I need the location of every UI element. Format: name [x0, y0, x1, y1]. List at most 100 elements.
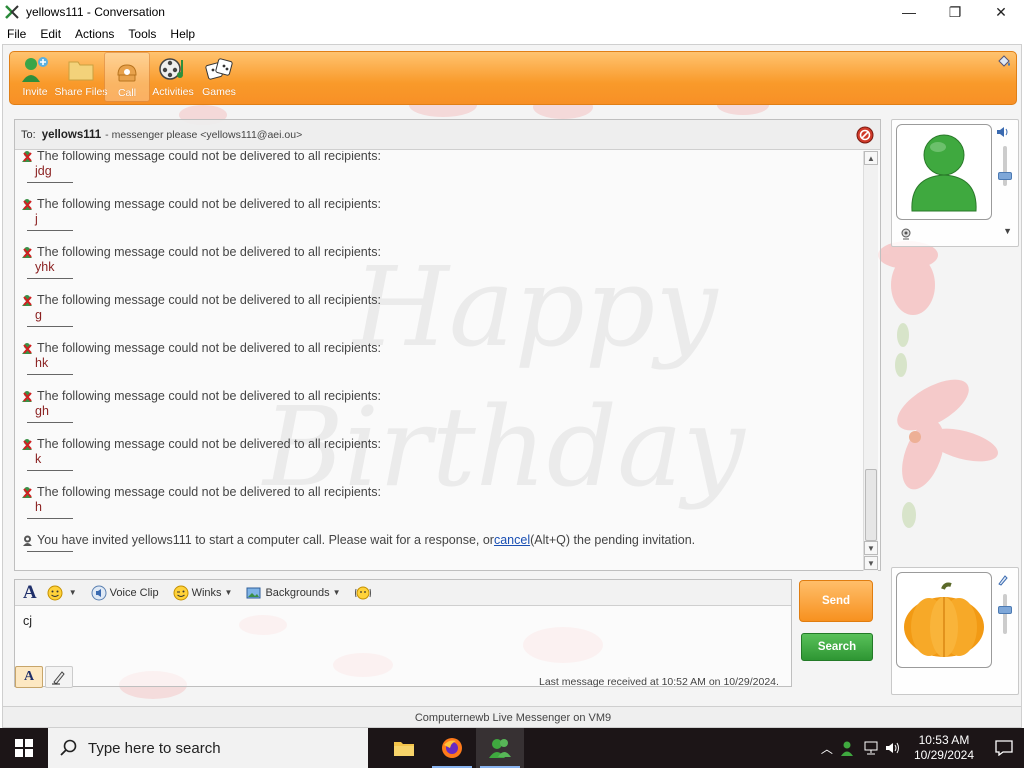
emoticon-button[interactable]: ▼ — [47, 585, 77, 601]
voice-clip-icon — [91, 585, 107, 600]
error-icon — [22, 198, 32, 210]
scroll-thumb[interactable] — [865, 469, 877, 541]
list-item: The following message could not be deliv… — [21, 389, 841, 423]
notification-icon[interactable] — [984, 728, 1024, 768]
invite-button[interactable]: Invite — [12, 52, 58, 102]
mic-volume-slider[interactable] — [996, 574, 1014, 644]
tray-messenger-icon[interactable] — [838, 728, 860, 768]
taskbar-clock[interactable]: 10:53 AM 10/29/2024 — [914, 733, 974, 763]
taskbar-messenger[interactable] — [476, 728, 524, 768]
message-body: j — [35, 212, 38, 226]
error-icon — [22, 438, 32, 450]
self-avatar[interactable] — [896, 572, 992, 668]
mic-knob[interactable] — [998, 606, 1012, 614]
taskbar: Type here to search ︿ 10:53 AM 10/29/202… — [0, 728, 1024, 768]
taskbar-file-explorer[interactable] — [380, 728, 428, 768]
speaker-volume-slider[interactable] — [996, 126, 1014, 196]
self-display-picture-panel — [891, 567, 1019, 695]
taskbar-search-box[interactable]: Type here to search — [48, 728, 368, 768]
error-icon — [22, 486, 32, 498]
title-bar: yellows111 - Conversation — ❐ ✕ — [0, 0, 1024, 24]
firefox-icon — [442, 738, 462, 758]
divider — [27, 278, 73, 279]
paint-bucket-icon[interactable] — [996, 54, 1012, 70]
scroll-down-icon[interactable]: ▼ — [864, 541, 878, 555]
chevron-down-icon[interactable]: ▼ — [1003, 226, 1012, 236]
error-icon — [22, 151, 32, 162]
backgrounds-button[interactable]: Backgrounds ▼ — [246, 585, 341, 601]
chevron-down-icon: ▼ — [332, 588, 341, 597]
nudge-button[interactable] — [354, 585, 374, 601]
winks-button[interactable]: Winks ▼ — [173, 585, 233, 601]
menu-help[interactable]: Help — [163, 27, 202, 41]
to-label: To: — [21, 128, 36, 141]
error-icon — [22, 342, 32, 354]
toolbar: Invite Share Files Call Activities Games — [9, 51, 1017, 105]
folder-icon — [68, 61, 94, 81]
voice-clip-button[interactable]: Voice Clip — [91, 585, 159, 601]
games-button[interactable]: Games — [196, 52, 242, 102]
contact-name[interactable]: yellows111 — [42, 129, 101, 141]
message-scrollbar[interactable]: ▲ ▼ ▼ — [863, 151, 878, 571]
list-item: The following message could not be deliv… — [21, 341, 841, 375]
search-button[interactable]: Search — [801, 633, 873, 661]
message-body: gh — [35, 404, 49, 418]
share-files-button[interactable]: Share Files — [54, 52, 108, 102]
contact-display-picture-panel: ▼ — [891, 119, 1019, 247]
font-button[interactable]: A — [23, 582, 37, 604]
conversation-window: Happy Birthday Invite Share Files — [2, 44, 1022, 728]
call-icon — [23, 535, 32, 546]
nudge-icon — [354, 586, 371, 599]
call-invitation-notice: You have invited yellows111 to start a c… — [21, 533, 841, 552]
network-icon[interactable] — [860, 728, 882, 768]
compose-area: A ▼ Voice Clip Winks ▼ Backgrounds ▼ cj — [14, 579, 792, 687]
divider — [27, 230, 73, 231]
block-icon[interactable] — [856, 126, 874, 144]
maximize-button[interactable]: ❐ — [932, 0, 978, 24]
cancel-link[interactable]: cancel — [494, 533, 530, 547]
divider — [27, 551, 73, 552]
close-button[interactable]: ✕ — [978, 0, 1024, 24]
activities-button[interactable]: Activities — [150, 52, 196, 102]
speaker-icon — [997, 127, 1008, 137]
start-button[interactable] — [0, 728, 48, 768]
compose-toolbar: A ▼ Voice Clip Winks ▼ Backgrounds ▼ — [15, 580, 791, 606]
menu-actions[interactable]: Actions — [68, 27, 121, 41]
error-icon — [22, 390, 32, 402]
conversation-pane: To: yellows111 - messenger please <yello… — [14, 119, 881, 571]
handwriting-mode-tab[interactable] — [45, 666, 73, 688]
chevron-up-icon[interactable]: ︿ — [816, 728, 838, 768]
font-icon: A — [23, 669, 35, 684]
list-item: The following message could not be deliv… — [21, 151, 841, 183]
message-body: k — [35, 452, 42, 466]
contact-avatar[interactable] — [896, 124, 992, 220]
chevron-down-icon: ▼ — [224, 588, 233, 597]
call-button[interactable]: Call — [104, 52, 150, 102]
contact-status: - messenger please <yellows111@aei.ou> — [105, 128, 303, 141]
menu-bar: File Edit Actions Tools Help — [0, 24, 1024, 44]
divider — [27, 374, 73, 375]
menu-file[interactable]: File — [0, 27, 33, 41]
menu-edit[interactable]: Edit — [33, 27, 68, 41]
volume-knob[interactable] — [998, 172, 1012, 180]
smiley-icon — [47, 585, 63, 600]
message-input[interactable]: cj — [23, 614, 32, 628]
menu-tools[interactable]: Tools — [121, 27, 163, 41]
volume-icon[interactable] — [882, 728, 904, 768]
send-button[interactable]: Send — [799, 580, 873, 622]
minimize-button[interactable]: — — [886, 0, 932, 24]
scroll-up-icon[interactable]: ▲ — [864, 151, 878, 165]
message-history: The following message could not be deliv… — [15, 151, 861, 571]
windows-logo-icon — [15, 739, 33, 757]
messenger-app-icon — [5, 5, 19, 19]
message-body: g — [35, 308, 42, 322]
phone-icon — [117, 64, 137, 82]
scroll-end-icon[interactable]: ▼ — [864, 556, 878, 570]
invite-icon — [22, 57, 48, 82]
folder-icon — [394, 742, 414, 756]
microphone-icon — [998, 575, 1008, 586]
text-mode-tab[interactable]: A — [15, 666, 43, 688]
message-body: hk — [35, 356, 49, 370]
taskbar-firefox[interactable] — [428, 728, 476, 768]
webcam-icon[interactable] — [900, 228, 912, 240]
